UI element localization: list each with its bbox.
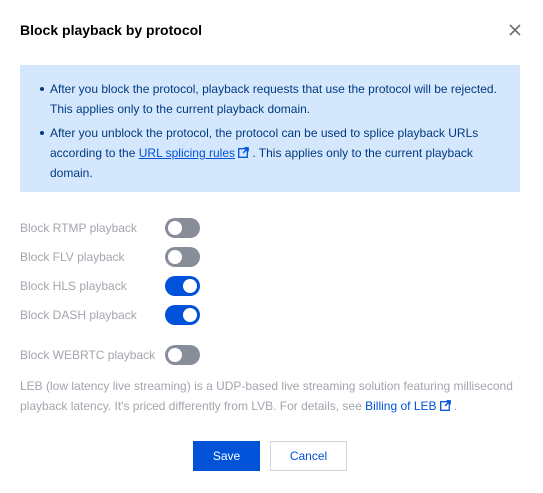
info-alert: After you block the protocol, playback r…: [20, 65, 520, 192]
toggle-hls[interactable]: [165, 276, 200, 296]
toggle-knob: [168, 221, 182, 235]
toggle-rtmp[interactable]: [165, 218, 200, 238]
leb-description-tail: .: [450, 399, 458, 413]
toggle-knob: [168, 250, 182, 264]
toggle-row-flv: Block FLV playback: [20, 247, 220, 267]
toggle-webrtc[interactable]: [165, 345, 200, 365]
dialog-title: Block playback by protocol: [20, 22, 203, 38]
close-icon: [509, 24, 521, 36]
toggle-knob: [183, 279, 197, 293]
toggle-knob: [183, 308, 197, 322]
external-link-icon[interactable]: [439, 400, 451, 411]
toggle-label-webrtc: Block WEBRTC playback: [20, 348, 156, 362]
info-item-block-text: After you block the protocol, playback r…: [50, 82, 497, 116]
toggle-row-webrtc: Block WEBRTC playback: [20, 345, 220, 365]
toggle-row-rtmp: Block RTMP playback: [20, 218, 220, 238]
toggle-label-dash: Block DASH playback: [20, 308, 137, 322]
cancel-button[interactable]: Cancel: [270, 441, 347, 471]
toggle-label-hls: Block HLS playback: [20, 279, 127, 293]
external-link-icon[interactable]: [238, 147, 249, 158]
url-splicing-rules-link[interactable]: URL splicing rules: [139, 146, 235, 160]
toggle-label-rtmp: Block RTMP playback: [20, 221, 137, 235]
toggle-row-dash: Block DASH playback: [20, 305, 220, 325]
toggle-dash[interactable]: [165, 305, 200, 325]
block-playback-dialog: Block playback by protocol After you blo…: [0, 0, 543, 493]
leb-description: LEB (low latency live streaming) is a UD…: [20, 376, 520, 416]
toggle-row-hls: Block HLS playback: [20, 276, 220, 296]
close-button[interactable]: [505, 20, 525, 40]
save-button[interactable]: Save: [193, 441, 260, 471]
toggle-flv[interactable]: [165, 247, 200, 267]
billing-of-leb-link[interactable]: Billing of LEB: [365, 399, 436, 413]
info-item-unblock: After you unblock the protocol, the prot…: [40, 123, 504, 183]
toggle-label-flv: Block FLV playback: [20, 250, 125, 264]
toggle-knob: [168, 348, 182, 362]
info-item-block: After you block the protocol, playback r…: [40, 79, 504, 119]
